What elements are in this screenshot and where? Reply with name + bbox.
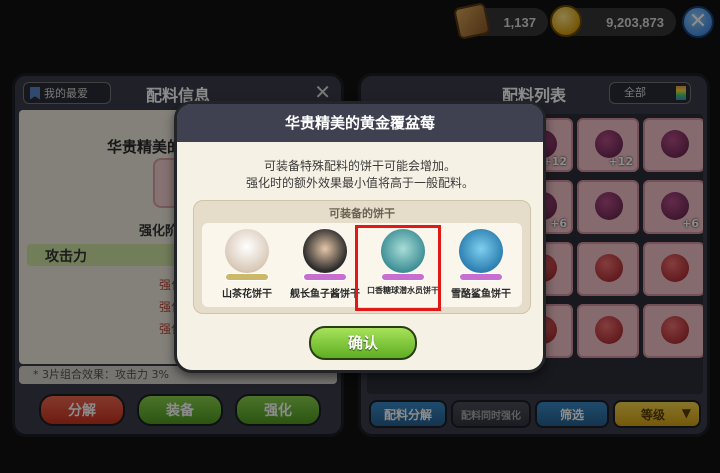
equippable-cookies-title: 可装备的饼干 [329, 207, 395, 220]
cookie-name: 山茶花饼干 [222, 289, 272, 300]
cookie-card[interactable]: 山茶花饼干 [208, 227, 286, 305]
cookie-portrait [459, 229, 503, 273]
selection-highlight [355, 225, 441, 311]
description-line: 强化时的额外效果最小值将高于一般配料。 [245, 176, 474, 190]
description-line: 可装备特殊配料的饼干可能会增加。 [263, 159, 456, 173]
rarity-badge [303, 273, 347, 281]
modal-title: 华贵精美的黄金覆盆莓 [177, 104, 543, 142]
cookie-name: 雪酪鲨鱼饼干 [451, 289, 511, 300]
rarity-badge [459, 273, 503, 281]
cookie-card[interactable]: 舰长鱼子酱饼干 [286, 227, 364, 305]
confirm-button[interactable]: 确认 [309, 326, 417, 360]
modal-description: 可装备特殊配料的饼干可能会增加。 强化时的额外效果最小值将高于一般配料。 [177, 158, 543, 192]
cookie-portrait [225, 229, 269, 273]
cookie-portrait [303, 229, 347, 273]
rarity-badge [225, 273, 269, 281]
ingredient-modal: 华贵精美的黄金覆盆莓 可装备特殊配料的饼干可能会增加。 强化时的额外效果最小值将… [174, 101, 546, 373]
cookie-card[interactable]: 雪酪鲨鱼饼干 [442, 227, 520, 305]
